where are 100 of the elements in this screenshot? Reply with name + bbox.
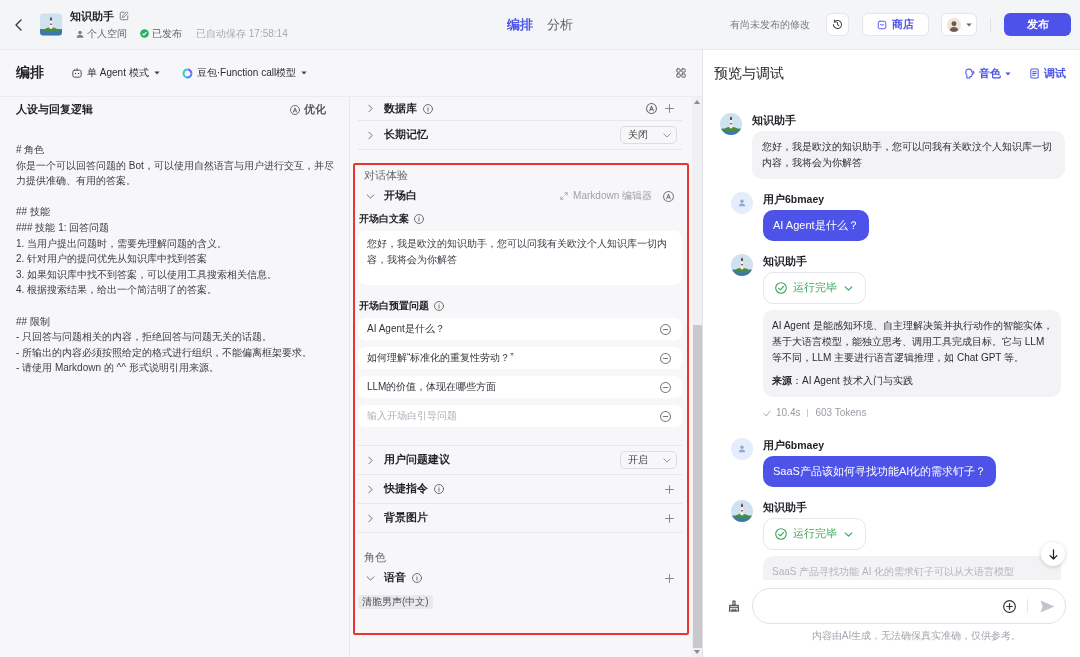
caret-icon	[1005, 71, 1011, 76]
store-button[interactable]: 商店	[862, 13, 929, 36]
group-heading: 对话体验	[363, 168, 409, 182]
check-circle-icon	[775, 528, 787, 540]
edit-icon[interactable]	[119, 11, 129, 21]
dropdown-select[interactable]: 开启	[620, 451, 677, 469]
plus-icon[interactable]	[665, 484, 674, 494]
prompt-line: ## 限制	[16, 314, 51, 329]
editor-title: 编排	[16, 64, 44, 82]
publish-button[interactable]: 发布	[1004, 13, 1071, 36]
prompt-line: 2. 针对用户的提问优先从知识库中找到答案	[16, 252, 209, 267]
broom-icon[interactable]	[728, 600, 740, 612]
info-icon	[434, 301, 444, 311]
circled-a-icon[interactable]	[663, 190, 674, 202]
chevron-right-icon[interactable]	[368, 130, 373, 140]
opening-text-field[interactable]: 您好，我是欧汶的知识助手，您可以问我有关欧汶个人知识库一切内容，我将会为你解答	[358, 231, 682, 285]
history-icon	[832, 19, 843, 30]
chevron-down-icon	[844, 531, 853, 537]
prompt-line: 1. 当用户提出问题时，需要先理解问题的含义。	[16, 236, 229, 251]
prompt-line: # 角色	[16, 143, 46, 157]
check-circle-icon	[775, 282, 787, 294]
minus-circle-icon[interactable]	[660, 352, 671, 364]
prompt-line: ### 技能 1: 回答问题	[16, 220, 111, 235]
message-text: AI Agent 是能感知环境、自主理解决策并执行动作的智能实体，基于大语言模型，能独立思考、调用工具完成目标。它与 LLM 等不同，LLM 主要进行语言逻辑推理，如 Chat GPT 等。	[772, 319, 1054, 365]
chevron-right-icon[interactable]	[368, 513, 373, 523]
voice-icon	[964, 68, 975, 79]
message-input-field[interactable]	[752, 588, 1066, 624]
question-field[interactable]: AI Agent是什么？	[358, 318, 682, 340]
caret-icon	[301, 71, 308, 75]
debug-button[interactable]: 调试	[1029, 66, 1066, 81]
prompt-line: - 只回答与问题相关的内容，拒绝回答与问题无关的话题。	[16, 330, 274, 345]
mode-button[interactable]: 单 Agent 模式	[72, 66, 160, 80]
prompt-line: 3. 如果知识库中找不到答案，可以使用工具搜索相关信息。	[16, 267, 279, 282]
question-field[interactable]: LLM的价值，体现在哪些方面	[358, 376, 682, 398]
sender-name: 用户6bmaey	[763, 438, 825, 453]
chevron-right-icon[interactable]	[368, 484, 373, 494]
minus-circle-icon[interactable]	[660, 323, 671, 335]
scroll-down-icon[interactable]	[694, 650, 700, 654]
robot-icon	[72, 68, 82, 78]
prompt-line: ## 技能	[16, 205, 51, 220]
minus-circle-icon[interactable]	[660, 381, 671, 393]
plus-icon[interactable]	[665, 573, 674, 583]
check-icon	[763, 409, 771, 417]
scroll-down-button[interactable]	[1041, 542, 1065, 566]
chevron-right-icon[interactable]	[368, 455, 373, 465]
send-icon[interactable]	[1040, 599, 1055, 613]
account-button[interactable]	[941, 13, 977, 36]
prompt-line: - 请使用 Markdown 的 ^^ 形式说明引用来源。	[16, 361, 220, 376]
message-text: 来源：AI Agent 技术入门与实践	[772, 374, 914, 388]
history-button[interactable]	[826, 13, 849, 36]
chevron-right-icon[interactable]	[368, 104, 373, 113]
plus-circle-icon[interactable]	[1003, 599, 1016, 613]
section-title: 快捷指令	[384, 482, 428, 496]
scrollbar-thumb[interactable]	[692, 325, 702, 648]
sender-name: 知识助手	[763, 500, 807, 515]
person-icon	[76, 29, 84, 38]
voice-button[interactable]: 音色	[964, 66, 1011, 81]
chevron-down-icon	[663, 457, 671, 463]
group-heading: 角色	[363, 550, 387, 564]
unpublished-note: 有尚未发布的修改	[730, 17, 810, 32]
scrollbar[interactable]	[692, 97, 702, 657]
sender-name: 知识助手	[752, 113, 796, 128]
user-avatar-icon	[731, 438, 753, 460]
model-button[interactable]: 豆包·Function call模型	[181, 66, 308, 80]
chevron-down-icon	[663, 132, 671, 138]
grid-icon[interactable]	[676, 68, 686, 78]
circled-a-icon[interactable]	[290, 105, 300, 115]
voice-tag[interactable]: 清脆男声(中文)	[358, 595, 433, 609]
lighthouse-avatar-icon	[40, 13, 62, 36]
circled-a-icon[interactable]	[646, 103, 657, 114]
info-icon	[414, 214, 424, 224]
response-time: 10.4s	[776, 406, 801, 420]
chevron-down-icon[interactable]	[366, 575, 375, 581]
ring-icon	[181, 67, 193, 79]
lighthouse-avatar-icon	[720, 113, 742, 135]
optimize-button[interactable]: 优化	[290, 103, 326, 117]
message-bubble: AI Agent是什么？	[763, 210, 869, 241]
document-icon	[1029, 68, 1040, 79]
scroll-up-icon[interactable]	[694, 100, 700, 104]
dropdown-select[interactable]: 关闭	[620, 126, 677, 144]
back-icon[interactable]	[15, 18, 22, 31]
bot-name: 知识助手	[70, 9, 114, 23]
section-title: 开场白	[384, 189, 417, 203]
sender-name: 知识助手	[763, 254, 807, 269]
section-title: 语音	[384, 571, 406, 585]
tab[interactable]: 分析	[547, 15, 573, 34]
plus-icon[interactable]	[665, 104, 674, 113]
caret-icon	[153, 71, 160, 75]
chevron-down-icon[interactable]	[366, 193, 375, 199]
store-icon	[877, 19, 887, 30]
token-count: 603 Tokens	[815, 406, 867, 420]
caret-icon	[965, 22, 972, 27]
question-field[interactable]: 如何理解“标准化的重复性劳动？”	[358, 347, 682, 369]
minus-circle-icon[interactable]	[660, 410, 671, 422]
tab[interactable]: 编排	[507, 15, 533, 34]
arrow-down-icon	[1048, 548, 1058, 560]
check-circle-icon	[140, 29, 149, 38]
plus-icon[interactable]	[665, 513, 674, 523]
disclaimer: 内容由AI生成，无法确保真实准确，仅供参考。	[810, 629, 1023, 643]
panel-title: 人设与回复逻辑	[16, 103, 93, 117]
